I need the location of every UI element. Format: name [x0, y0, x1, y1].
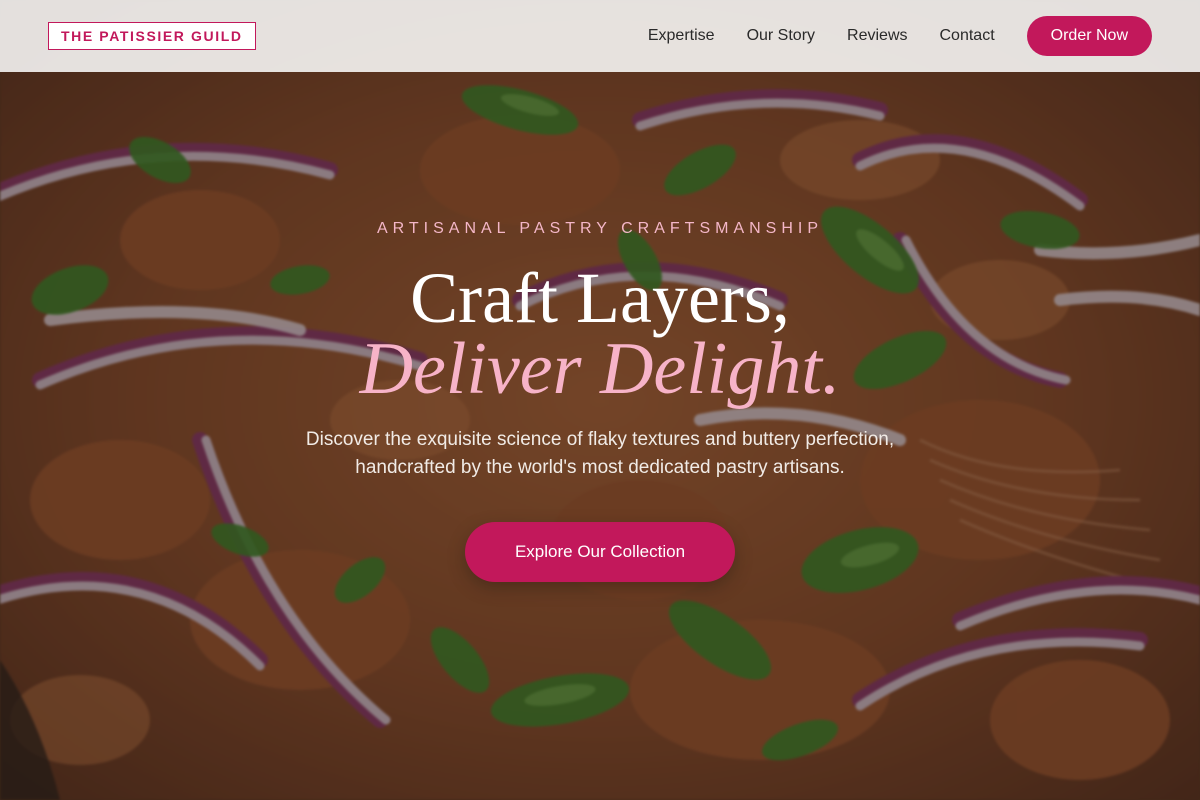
nav-link-reviews[interactable]: Reviews: [847, 27, 907, 45]
nav-link-our-story[interactable]: Our Story: [747, 27, 815, 45]
nav-link-contact[interactable]: Contact: [940, 27, 995, 45]
main-nav: Expertise Our Story Reviews Contact Orde…: [648, 16, 1152, 56]
brand-logo[interactable]: THE PATISSIER GUILD: [48, 22, 256, 50]
page: THE PATISSIER GUILD Expertise Our Story …: [0, 0, 1200, 800]
hero-headline-line2: Deliver Delight.: [359, 328, 841, 410]
hero-subtitle: Discover the exquisite science of flaky …: [250, 426, 950, 482]
hero-section: ARTISANAL PASTRY CRAFTSMANSHIP Craft Lay…: [0, 0, 1200, 800]
hero-eyebrow: ARTISANAL PASTRY CRAFTSMANSHIP: [376, 220, 824, 237]
order-now-button[interactable]: Order Now: [1026, 16, 1152, 56]
nav-link-expertise[interactable]: Expertise: [648, 27, 715, 45]
explore-collection-button[interactable]: Explore Our Collection: [465, 522, 735, 582]
hero-headline-line1: Craft Layers,: [410, 258, 790, 338]
hero-subtitle-line2: handcrafted by the world's most dedicate…: [355, 457, 845, 478]
hero-subtitle-line1: Discover the exquisite science of flaky …: [305, 429, 895, 450]
site-header: THE PATISSIER GUILD Expertise Our Story …: [0, 0, 1200, 72]
